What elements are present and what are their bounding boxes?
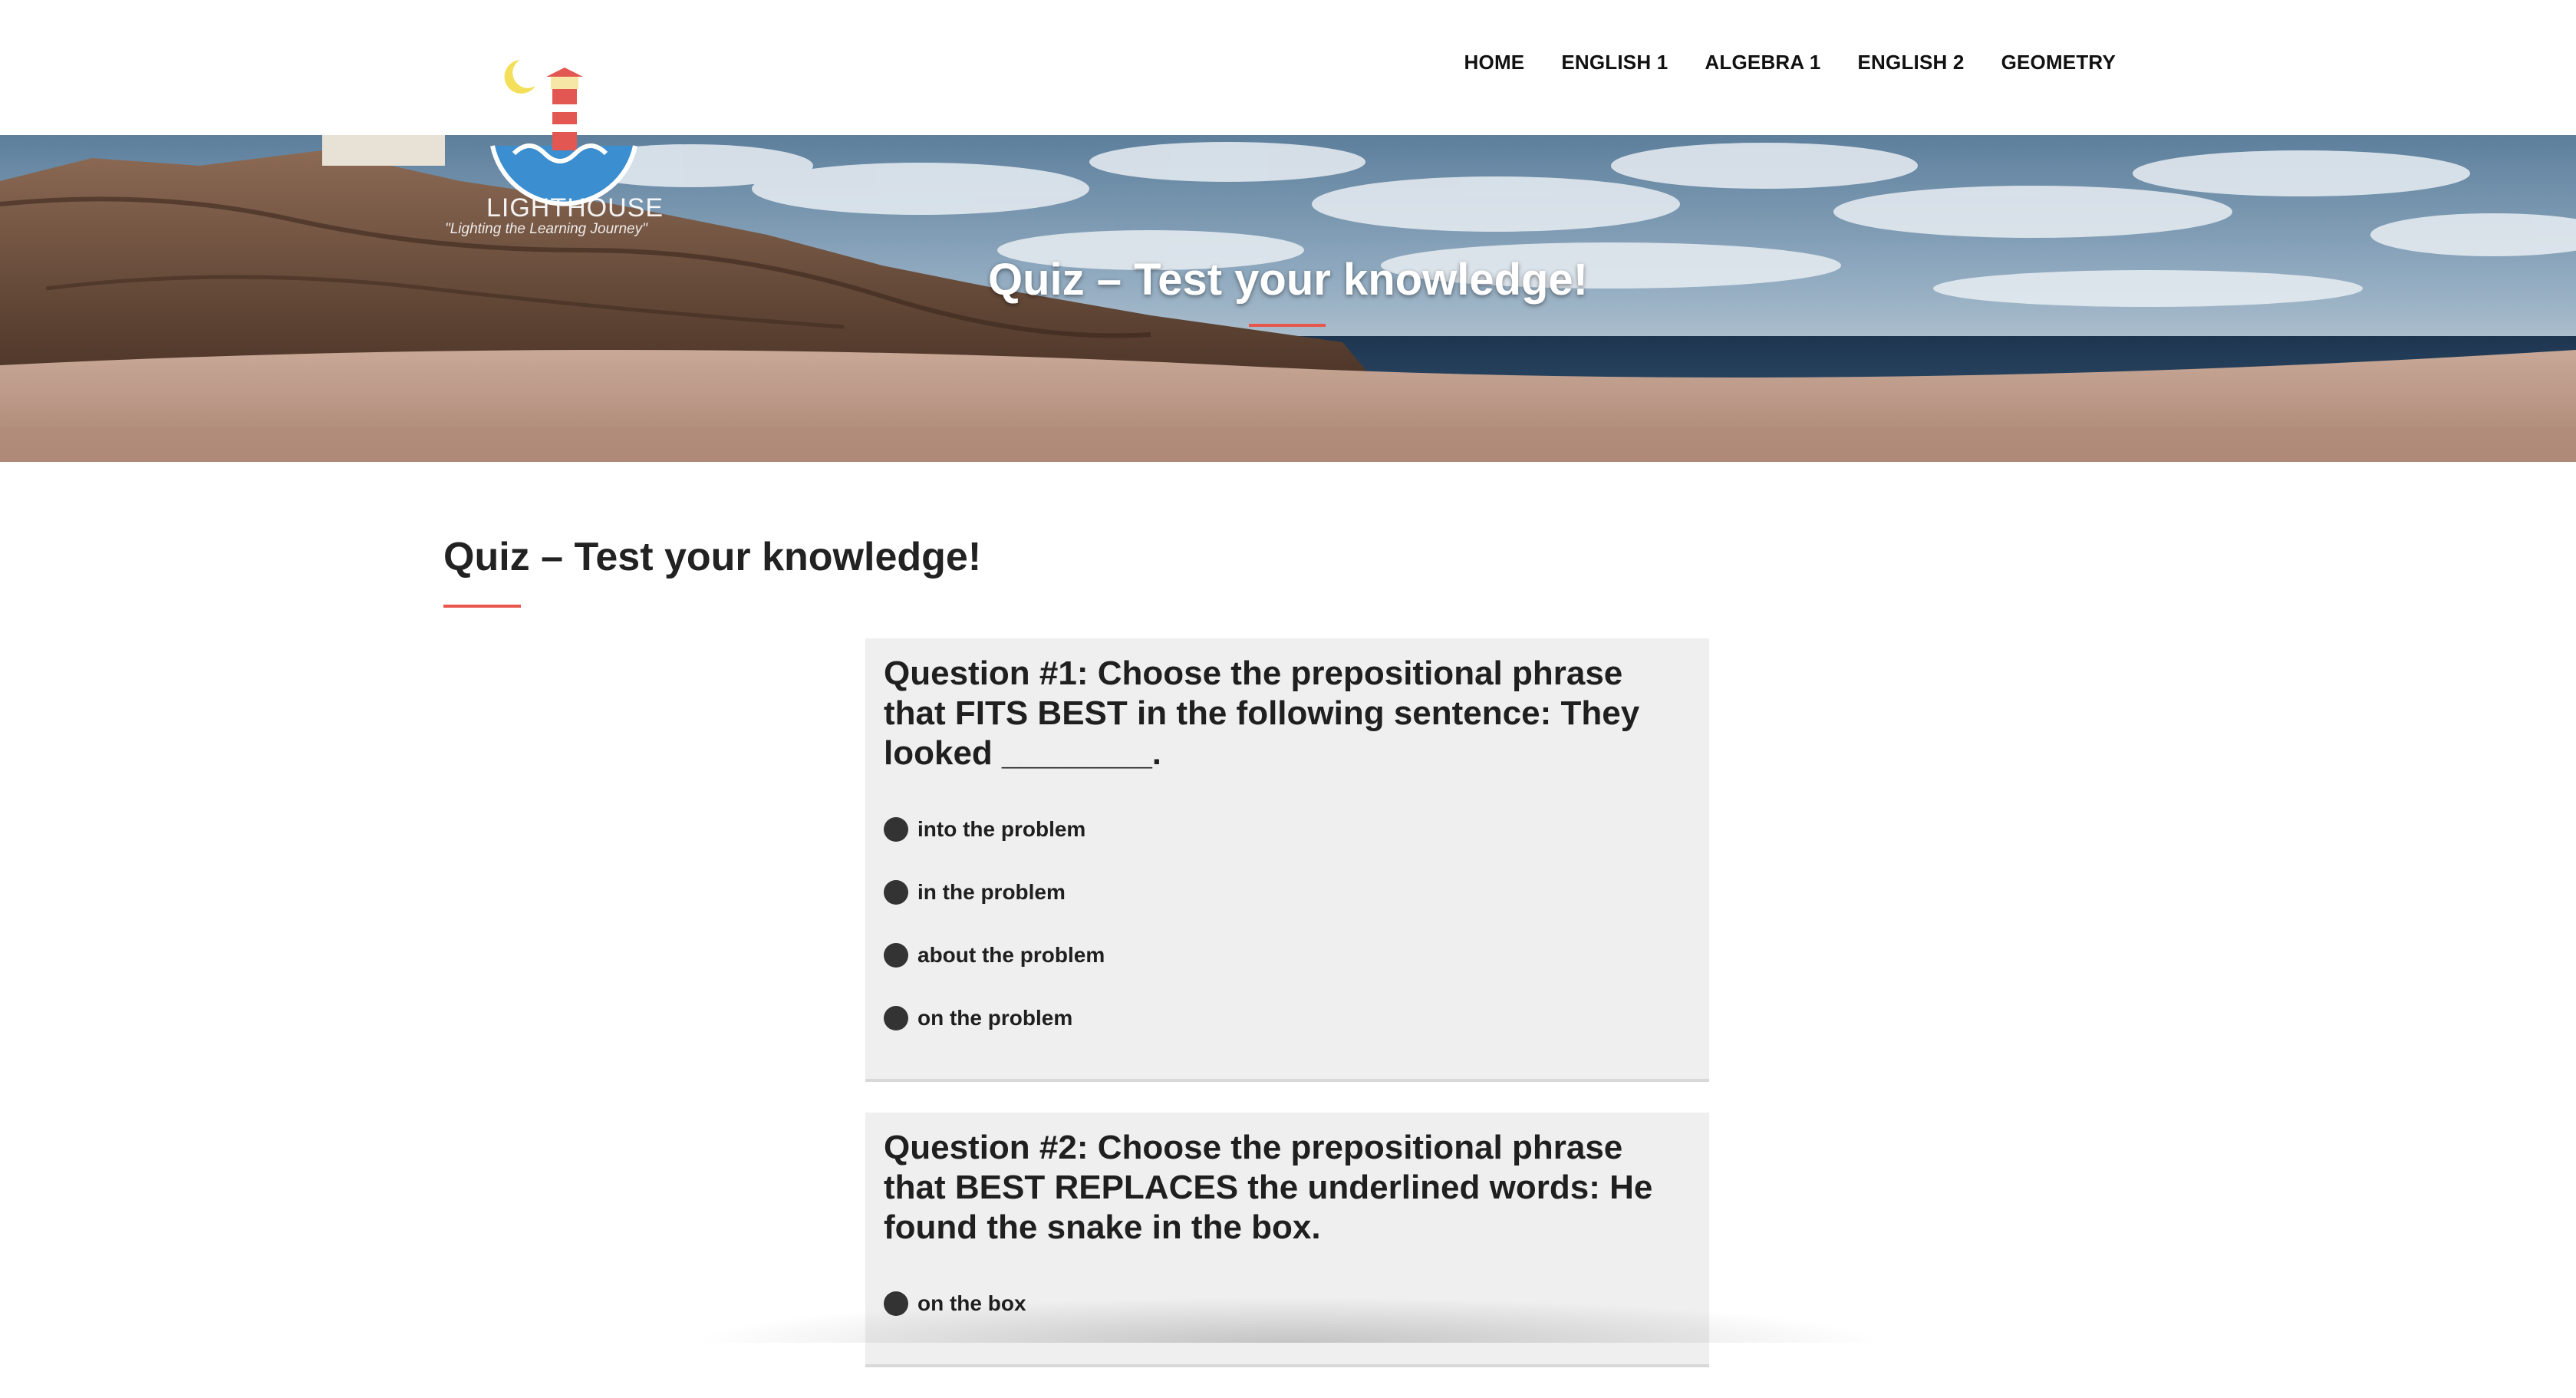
main-nav: HOME ENGLISH 1 ALGEBRA 1 ENGLISH 2 GEOME… — [1464, 51, 2116, 74]
question-card-2: Question #2: Choose the prepositional ph… — [865, 1113, 1709, 1367]
page-title-underline — [443, 605, 521, 608]
quiz-container: Question #1: Choose the prepositional ph… — [865, 638, 1709, 1398]
answer-option[interactable]: on the box — [884, 1272, 1691, 1335]
answer-option[interactable]: about the problem — [884, 924, 1691, 987]
site-header: HOME ENGLISH 1 ALGEBRA 1 ENGLISH 2 GEOME… — [0, 0, 2576, 135]
logo-tagline: "Lighting the Learning Journey" — [445, 221, 647, 237]
answer-option-label: about the problem — [917, 943, 1105, 967]
nav-item-geometry[interactable]: GEOMETRY — [2001, 51, 2116, 74]
answer-option[interactable]: in the problem — [884, 861, 1691, 924]
answer-option-label: on the box — [917, 1291, 1026, 1315]
nav-item-english-2[interactable]: ENGLISH 2 — [1858, 51, 1965, 74]
radio-button[interactable] — [884, 1006, 908, 1030]
radio-button[interactable] — [884, 943, 908, 968]
question-text: Question #2: Choose the prepositional ph… — [884, 1129, 1653, 1246]
hero-banner: Quiz – Test your knowledge! — [0, 135, 2576, 462]
hero-title: Quiz – Test your knowledge! — [987, 255, 1589, 305]
answer-option[interactable]: on the problem — [884, 987, 1691, 1050]
answer-option-label: on the problem — [917, 1006, 1073, 1030]
nav-item-algebra-1[interactable]: ALGEBRA 1 — [1705, 51, 1820, 74]
answer-option-label: into the problem — [917, 817, 1086, 841]
question-card-1: Question #1: Choose the prepositional ph… — [865, 638, 1709, 1082]
radio-button[interactable] — [884, 1291, 908, 1316]
page-title: Quiz – Test your knowledge! — [443, 535, 982, 579]
nav-item-english-1[interactable]: ENGLISH 1 — [1561, 51, 1668, 74]
site-logo[interactable]: LIGHTHOUSE "Lighting the Learning Journe… — [430, 46, 690, 253]
nav-item-home[interactable]: HOME — [1464, 51, 1525, 74]
radio-button[interactable] — [884, 880, 908, 905]
hero-title-underline — [1249, 324, 1326, 327]
answer-option-label: in the problem — [917, 880, 1066, 904]
answer-option[interactable]: into the problem — [884, 798, 1691, 861]
question-text: Question #1: Choose the prepositional ph… — [884, 654, 1640, 772]
logo-name: LIGHTHOUSE — [486, 193, 664, 223]
radio-button[interactable] — [884, 817, 908, 842]
